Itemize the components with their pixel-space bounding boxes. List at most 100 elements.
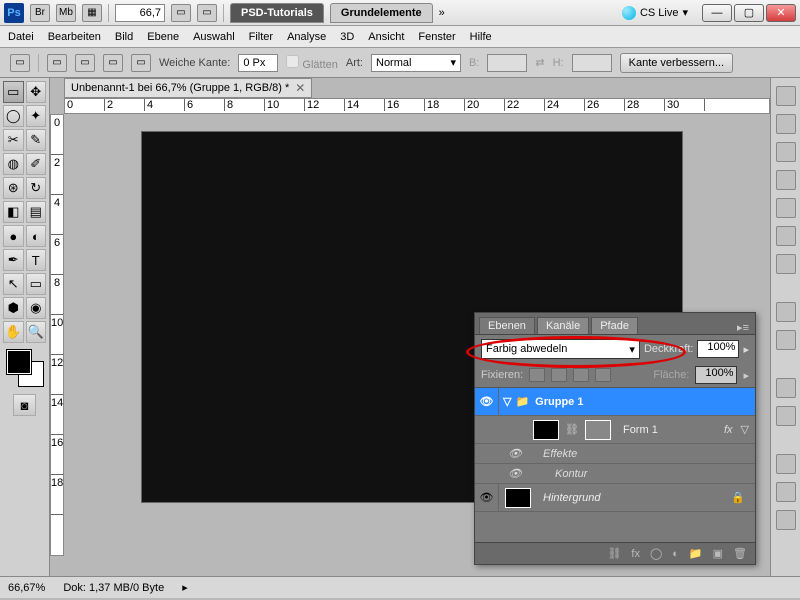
workspace-more[interactable]: » [439,7,445,19]
fx-arrow[interactable]: ▽ [741,423,755,436]
lasso-tool[interactable]: ◯ [3,105,24,127]
feather-input[interactable]: 0 Px [238,54,278,72]
dock-nav-icon[interactable] [776,198,796,218]
color-swatches[interactable] [7,350,43,386]
marquee-sub[interactable]: ▭ [103,54,123,72]
crop-tool[interactable]: ✂ [3,129,24,151]
minimize-button[interactable]: — [702,4,732,22]
layer-effect-kontur[interactable]: 👁 Kontur [475,464,755,484]
status-zoom[interactable]: 66,67% [8,582,45,594]
pen-tool[interactable]: ✒ [3,249,24,271]
menu-ebene[interactable]: Ebene [147,31,179,43]
layer-background[interactable]: 👁 Hintergrund 🔒 [475,484,755,512]
eraser-tool[interactable]: ◧ [3,201,24,223]
menu-fenster[interactable]: Fenster [418,31,455,43]
history-brush-tool[interactable]: ↻ [26,177,47,199]
dock-char-icon[interactable] [776,226,796,246]
stamp-tool[interactable]: ⊛ [3,177,24,199]
link-layers-icon[interactable]: ⛓ [607,547,621,560]
marquee-add[interactable]: ▭ [75,54,95,72]
tab-kanale[interactable]: Kanäle [537,317,589,334]
visibility-icon[interactable]: 👁 [475,388,499,415]
cslive-dropdown[interactable]: ▾ [682,6,688,19]
tool-preset[interactable]: ▭ [10,54,30,72]
panel-menu-icon[interactable]: ▸≡ [731,321,755,334]
adjustment-icon[interactable]: ◐ [672,548,679,560]
menu-bearbeiten[interactable]: Bearbeiten [48,31,101,43]
mask-icon[interactable]: ◯ [650,547,662,560]
close-button[interactable]: ✕ [766,4,796,22]
move-tool[interactable]: ✥ [26,81,47,103]
trash-icon[interactable]: 🗑 [733,547,747,560]
workspace-tab-tutorials[interactable]: PSD-Tutorials [230,3,324,23]
foreground-color[interactable] [7,350,31,374]
menu-filter[interactable]: Filter [249,31,273,43]
style-select[interactable]: Normal▾ [371,54,461,72]
camera-tool[interactable]: ◉ [26,297,47,319]
menu-analyse[interactable]: Analyse [287,31,326,43]
workspace-tab-grundelemente[interactable]: Grundelemente [330,3,433,23]
view-align-button[interactable]: ▭ [171,4,191,22]
status-arrow[interactable]: ▸ [182,581,188,594]
bridge-button[interactable]: Br [30,4,50,22]
layer-effects[interactable]: 👁 Effekte [475,444,755,464]
fx-badge[interactable]: fx [724,424,741,436]
menu-datei[interactable]: Datei [8,31,34,43]
hand-tool[interactable]: ✋ [3,321,24,343]
opacity-input[interactable]: 100% [697,340,739,358]
tab-ebenen[interactable]: Ebenen [479,317,535,334]
new-layer-icon[interactable]: ▣ [713,547,723,560]
layer-form1[interactable]: ⛓ Form 1 fx ▽ [475,416,755,444]
lock-pixels-icon[interactable] [551,368,567,382]
link-icon[interactable]: ⛓ [565,423,579,436]
maximize-button[interactable]: ▢ [734,4,764,22]
heal-tool[interactable]: ◍ [3,153,24,175]
path-tool[interactable]: ↖ [3,273,24,295]
fx-icon[interactable]: fx [631,548,640,560]
zoom-tool[interactable]: 🔍 [26,321,47,343]
dock-history-icon[interactable] [776,86,796,106]
dock-masks-icon[interactable] [776,406,796,426]
group-arrow[interactable]: ▽ [499,395,515,408]
visibility-icon[interactable]: 👁 [475,484,499,511]
dock-swatches-icon[interactable] [776,330,796,350]
lock-all-icon[interactable] [595,368,611,382]
layer-group[interactable]: 👁 ▽ 📁 Gruppe 1 [475,388,755,416]
dock-adjust-icon[interactable] [776,378,796,398]
vector-mask-thumb[interactable] [585,420,611,440]
shape-tool[interactable]: ▭ [26,273,47,295]
quickmask-button[interactable]: ◙ [13,394,36,416]
view-extras-button[interactable]: ▦ [82,4,102,22]
type-tool[interactable]: T [26,249,47,271]
dock-channels-icon[interactable] [776,482,796,502]
document-tab[interactable]: Unbenannt-1 bei 66,7% (Gruppe 1, RGB/8) … [64,78,312,98]
menu-auswahl[interactable]: Auswahl [193,31,235,43]
menu-ansicht[interactable]: Ansicht [368,31,404,43]
dock-layers-icon[interactable] [776,454,796,474]
zoom-input[interactable]: 66,7 [115,4,165,22]
eyedropper-tool[interactable]: ✎ [26,129,47,151]
brush-tool[interactable]: ✐ [26,153,47,175]
opacity-flyout[interactable]: ▸ [743,343,749,356]
dock-actions-icon[interactable] [776,114,796,134]
cslive-button[interactable]: CS Live [640,7,679,19]
3d-tool[interactable]: ⬢ [3,297,24,319]
menu-3d[interactable]: 3D [340,31,354,43]
menu-bild[interactable]: Bild [115,31,133,43]
dock-brush-icon[interactable] [776,142,796,162]
screen-mode-button[interactable]: ▭ [197,4,217,22]
refine-edge-button[interactable]: Kante verbessern... [620,53,733,73]
layer-thumb[interactable] [533,420,559,440]
tab-pfade[interactable]: Pfade [591,317,638,334]
dock-paths-icon[interactable] [776,510,796,530]
dock-color-icon[interactable] [776,302,796,322]
marquee-rect[interactable]: ▭ [47,54,67,72]
blend-mode-select[interactable]: Farbig abwedeln▾ [481,339,640,359]
status-doc[interactable]: Dok: 1,37 MB/0 Byte [63,582,164,594]
lock-trans-icon[interactable] [529,368,545,382]
dodge-tool[interactable]: ◐ [26,225,47,247]
minibridge-button[interactable]: Mb [56,4,76,22]
gradient-tool[interactable]: ▤ [26,201,47,223]
menu-hilfe[interactable]: Hilfe [470,31,492,43]
layer-thumb[interactable] [505,488,531,508]
